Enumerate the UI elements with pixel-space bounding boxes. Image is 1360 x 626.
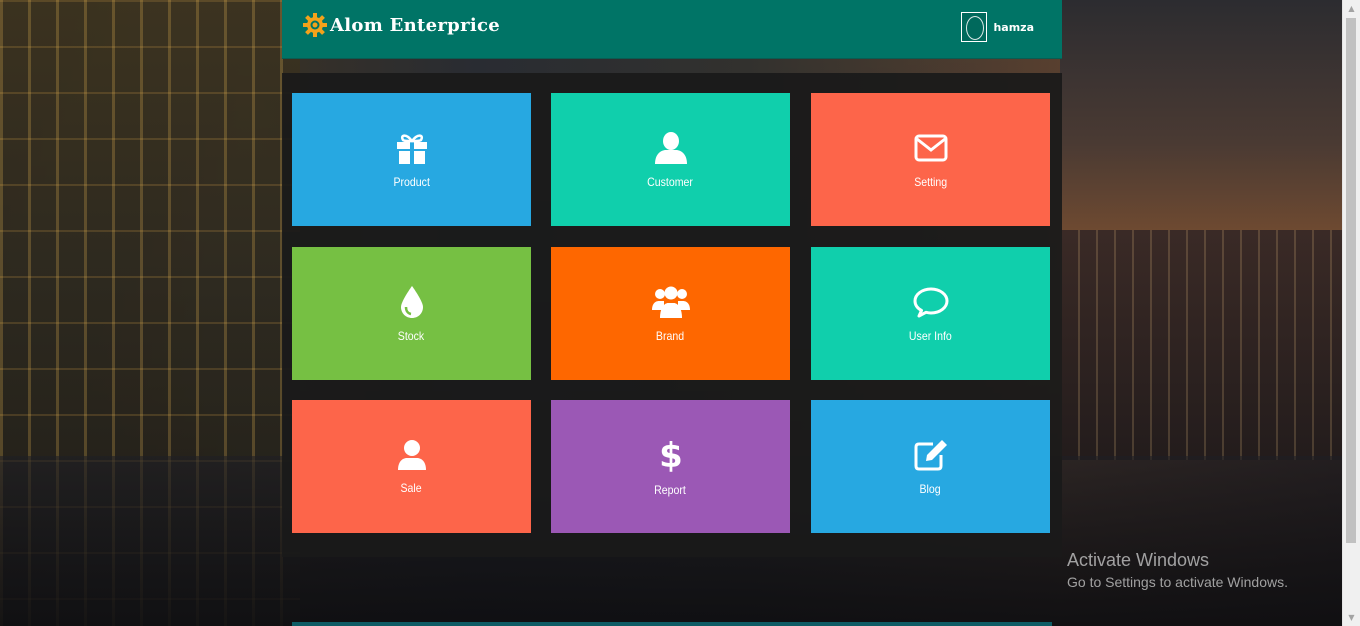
user-name: hamza: [993, 20, 1034, 34]
tile-label: Stock: [398, 328, 425, 343]
tile-setting[interactable]: Setting: [811, 93, 1050, 226]
tile-stock[interactable]: Stock: [292, 247, 531, 380]
tile-label: User Info: [909, 328, 952, 343]
tile-sale[interactable]: Sale: [292, 400, 531, 533]
tile-label: Brand: [656, 328, 685, 343]
top-header: Alom Enterprice hamza: [282, 0, 1062, 59]
gear-icon: [303, 13, 327, 37]
gift-icon: [396, 133, 427, 164]
dashboard-panel: Product Customer Setting Stock Brand Use…: [282, 73, 1062, 557]
background-city: [1060, 230, 1360, 460]
tile-customer[interactable]: Customer: [551, 93, 790, 226]
svg-text:$: $: [659, 437, 683, 473]
user-icon: [397, 439, 426, 470]
tile-label: Blog: [919, 481, 942, 496]
windows-activation-watermark: Activate Windows Go to Settings to activ…: [1067, 550, 1288, 590]
background-sky: [1060, 0, 1360, 260]
tile-blog[interactable]: Blog: [811, 400, 1050, 533]
droplet-icon: [400, 285, 423, 318]
tile-label: Setting: [914, 174, 947, 189]
users-icon: [651, 286, 690, 318]
scroll-thumb[interactable]: [1346, 18, 1356, 543]
tile-report[interactable]: $ Report: [551, 400, 790, 533]
watermark-subtitle: Go to Settings to activate Windows.: [1067, 574, 1288, 590]
scroll-up-arrow-icon[interactable]: ▲: [1343, 0, 1360, 17]
user-menu[interactable]: hamza: [961, 12, 1034, 42]
envelope-icon: [914, 134, 947, 161]
dollar-icon: $: [659, 437, 683, 473]
tile-brand[interactable]: Brand: [551, 247, 790, 380]
vertical-scrollbar[interactable]: ▲ ▼: [1342, 0, 1360, 626]
comment-icon: [913, 287, 948, 317]
watermark-title: Activate Windows: [1067, 550, 1210, 570]
tile-label: Report: [654, 482, 687, 497]
user-icon: [654, 131, 687, 164]
scroll-down-arrow-icon[interactable]: ▼: [1343, 609, 1360, 626]
brand-title: Alom Enterprice: [330, 14, 500, 36]
brand-logo[interactable]: Alom Enterprice: [302, 10, 500, 40]
avatar[interactable]: [961, 12, 988, 42]
tile-label: Product: [393, 174, 430, 189]
tile-label: Customer: [647, 174, 694, 189]
tile-user-info[interactable]: User Info: [811, 247, 1050, 380]
tile-label: Sale: [400, 480, 423, 495]
tile-product[interactable]: Product: [292, 93, 531, 226]
edit-icon: [914, 439, 947, 470]
footer-divider: [292, 622, 1052, 626]
